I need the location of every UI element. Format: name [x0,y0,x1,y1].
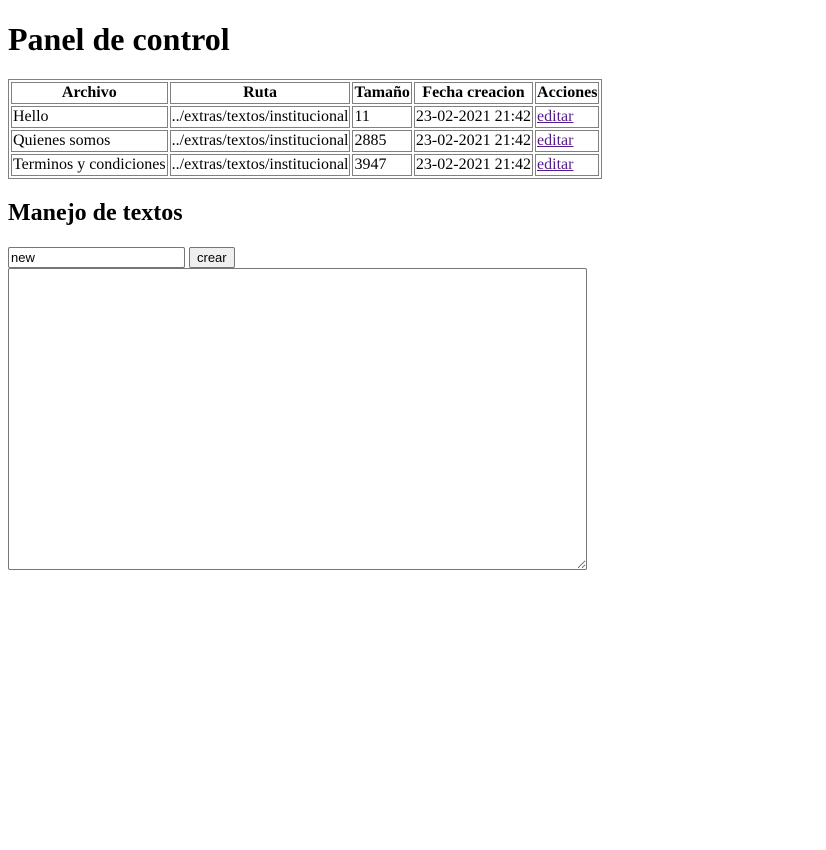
files-table: Archivo Ruta Tamaño Fecha creacion Accio… [8,79,603,179]
cell-tamano: 2885 [352,130,412,152]
cell-archivo: Terminos y condiciones [11,154,168,176]
cell-acciones: editar [535,130,600,152]
header-fecha-creacion: Fecha creacion [413,82,534,104]
header-tamano: Tamaño [352,82,412,104]
cell-tamano: 3947 [352,154,412,176]
table-row: Hello ../extras/textos/institucional 11 … [11,106,600,128]
cell-fecha: 23-02-2021 21:42 [413,154,534,176]
create-button[interactable]: crear [189,247,235,268]
cell-ruta: ../extras/textos/institucional [169,106,351,128]
edit-link-hello[interactable]: editar [537,108,573,125]
cell-ruta: ../extras/textos/institucional [169,154,351,176]
cell-archivo: Hello [11,106,168,128]
table-header-row: Archivo Ruta Tamaño Fecha creacion Accio… [11,82,600,104]
table-row: Quienes somos ../extras/textos/instituci… [11,130,600,152]
page: Panel de control Archivo Ruta Tamaño Fec… [0,21,826,570]
header-ruta: Ruta [169,82,351,104]
cell-fecha: 23-02-2021 21:42 [413,130,534,152]
section-title: Manejo de textos [8,200,183,226]
cell-tamano: 11 [352,106,412,128]
cell-archivo: Quienes somos [11,130,168,152]
header-archivo: Archivo [11,82,168,104]
cell-acciones: editar [535,154,600,176]
edit-link-terminos[interactable]: editar [537,156,573,173]
cell-ruta: ../extras/textos/institucional [169,130,351,152]
content-textarea[interactable] [8,268,587,570]
page-title: Panel de control [8,21,230,57]
file-name-input[interactable] [8,247,185,268]
edit-link-quienes-somos[interactable]: editar [537,132,573,149]
cell-acciones: editar [535,106,600,128]
header-acciones: Acciones [535,82,600,104]
cell-fecha: 23-02-2021 21:42 [413,106,534,128]
table-row: Terminos y condiciones ../extras/textos/… [11,154,600,176]
create-form-row: crear [8,247,818,268]
